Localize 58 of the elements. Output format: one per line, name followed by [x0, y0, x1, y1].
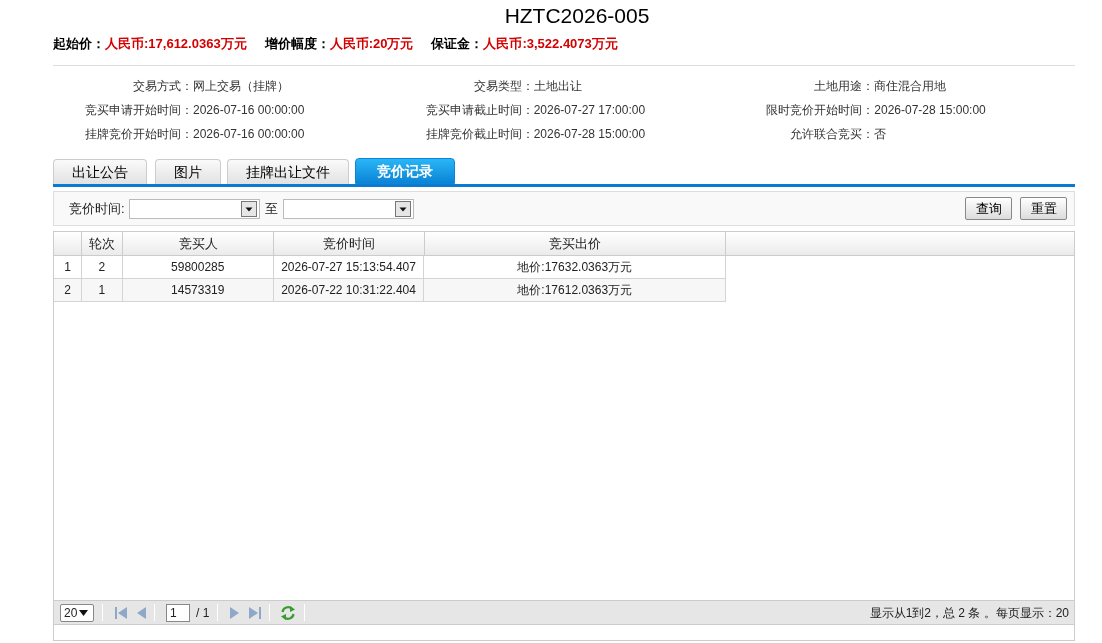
tab[interactable]: 图片	[155, 159, 221, 184]
summary-label: 保证金：	[431, 35, 484, 54]
field-label: 允许联合竞买：	[789, 126, 875, 143]
field-value: 2026-07-28 15:00:00	[874, 102, 986, 119]
summary-label: 增价幅度：	[264, 35, 330, 54]
field-label: 竞买申请截止时间：	[424, 102, 534, 119]
field-value: 2026-07-16 00:00:00	[193, 102, 305, 119]
table-cell: 2026-07-27 15:13:54.407	[273, 256, 425, 278]
field-label: 限时竞价开始时间：	[765, 102, 875, 119]
field-label: 挂牌竞价截止时间：	[424, 126, 534, 143]
field-label: 挂牌竞价开始时间：	[84, 126, 193, 143]
field-value: 土地出让	[533, 78, 582, 95]
filter-label: 竞价时间:	[69, 199, 125, 218]
table-cell: 1	[81, 279, 123, 301]
field-value: 网上交易（挂牌）	[193, 78, 289, 95]
table-cell: 2026-07-22 10:31:22.404	[273, 279, 425, 301]
table-cell-text: 地价:17612.0363万元	[516, 282, 634, 299]
table-cell: 14573319	[122, 279, 274, 301]
table-cell-text: 地价:17632.0363万元	[516, 259, 634, 276]
column-header: 竞价时间	[274, 232, 425, 255]
page-title: HZTC2026-005	[504, 4, 650, 26]
table-cell: 59800285	[122, 256, 274, 278]
row-number: 1	[64, 259, 71, 276]
field-label: 交易类型：	[472, 78, 534, 95]
next-page-icon[interactable]	[230, 606, 240, 619]
range-separator: 至	[264, 199, 278, 218]
field-label: 交易方式：	[132, 78, 193, 95]
page-number-input[interactable]: 1	[166, 603, 190, 622]
page-size-select[interactable]: 20	[60, 603, 94, 622]
field-value: 2026-07-28 15:00:00	[533, 126, 646, 143]
page-count: / 1	[196, 604, 210, 622]
tab[interactable]: 挂牌出让文件	[227, 159, 349, 184]
summary-value: 人民币:17,612.0363万元	[105, 35, 247, 54]
field-label: 竞买申请开始时间：	[84, 102, 193, 119]
field-value: 商住混合用地	[874, 78, 947, 95]
table-cell: 2	[81, 256, 123, 278]
column-header: 竞买出价	[425, 232, 726, 255]
field-value: 2026-07-16 00:00:00	[193, 126, 305, 143]
query-button[interactable]: 查询	[965, 197, 1012, 220]
previous-page-icon[interactable]	[137, 606, 146, 619]
date-select[interactable]	[128, 198, 260, 219]
tab[interactable]: 出让公告	[53, 159, 147, 184]
field-label: 土地用途：	[813, 78, 875, 95]
field-value: 否	[874, 126, 887, 143]
summary-label: 起始价：	[53, 35, 105, 54]
summary-value: 人民币:3,522.4073万元	[483, 35, 618, 54]
caret-icon	[79, 609, 89, 616]
refresh-icon[interactable]	[280, 604, 297, 621]
row-number: 2	[64, 282, 71, 299]
date-select[interactable]	[282, 198, 414, 219]
last-page-icon[interactable]	[249, 606, 262, 619]
reset-button[interactable]: 重置	[1020, 197, 1067, 220]
column-header: 竞买人	[123, 232, 274, 255]
summary-value: 人民币:20万元	[329, 35, 414, 54]
first-page-icon[interactable]	[115, 606, 127, 619]
column-header: 轮次	[82, 232, 123, 255]
pager-summary: 显示从1到2，总 2 条 。每页显示：20	[869, 604, 1069, 622]
field-value: 2026-07-27 17:00:00	[533, 102, 646, 119]
